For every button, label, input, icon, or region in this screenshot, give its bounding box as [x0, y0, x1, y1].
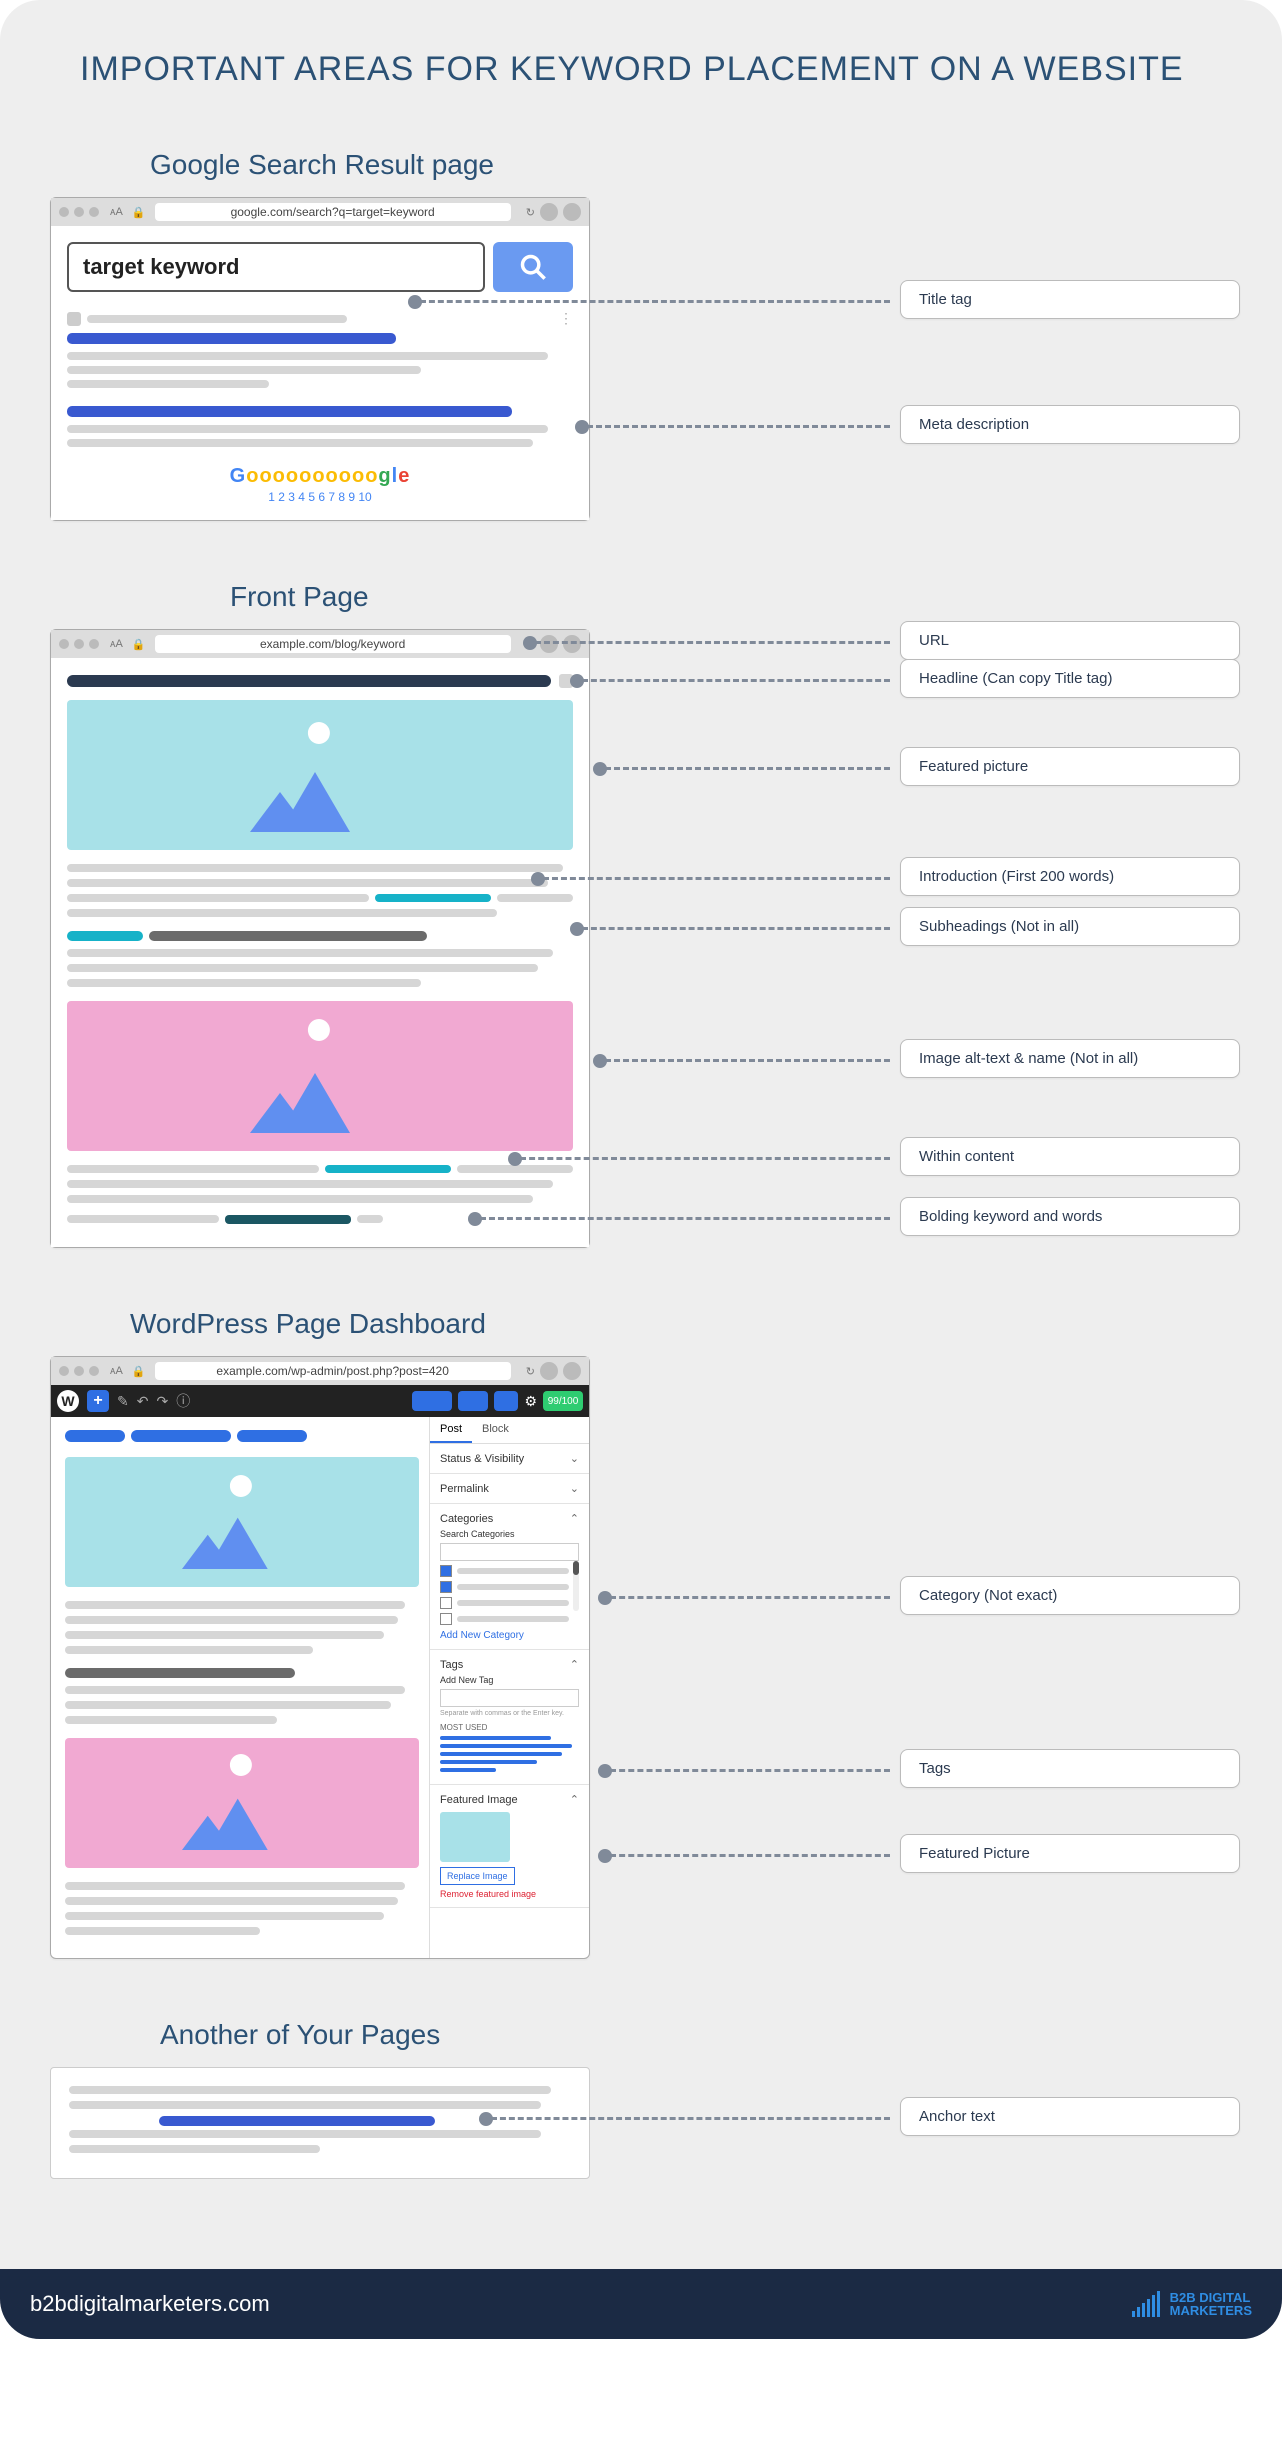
search-input[interactable]: target keyword	[67, 242, 485, 292]
redo-icon[interactable]: ↷	[156, 1393, 168, 1410]
chevron-up-icon[interactable]: ⌃	[570, 1512, 579, 1525]
label-anchor: Anchor text	[900, 2097, 1240, 2136]
seo-score: 99/100	[543, 1391, 583, 1411]
tag-input[interactable]	[440, 1689, 579, 1707]
label-category: Category (Not exact)	[900, 1576, 1240, 1615]
label-tags: Tags	[900, 1749, 1240, 1788]
wp-editor-toolbar: W + ✎ ↶ ↷ ⓘ ⚙ 99/100	[51, 1385, 589, 1417]
label-headline: Headline (Can copy Title tag)	[900, 659, 1240, 698]
label-meta-description: Meta description	[900, 405, 1240, 444]
label-featured-picture2: Featured Picture	[900, 1834, 1240, 1873]
serp-title	[67, 406, 512, 417]
categories-panel: Categories⌃ Search Categories Add New Ca…	[430, 1504, 589, 1650]
update-button[interactable]	[412, 1391, 452, 1411]
scrollbar[interactable]	[573, 1561, 579, 1611]
label-title-tag: Title tag	[900, 280, 1240, 319]
chevron-up-icon[interactable]: ⌃	[570, 1793, 579, 1806]
bold-keyword	[225, 1215, 352, 1224]
tab-post[interactable]: Post	[430, 1417, 472, 1443]
category-checkbox[interactable]	[440, 1581, 452, 1593]
url-bar: example.com/blog/keyword	[155, 635, 511, 653]
settings-button[interactable]	[494, 1391, 518, 1411]
section-title-wp: WordPress Page Dashboard	[130, 1308, 1232, 1340]
section-title-serp: Google Search Result page	[150, 149, 1232, 181]
text-size-icon: ᴀA	[110, 206, 123, 218]
serp-description	[67, 425, 548, 433]
featured-image-panel: Featured Image⌃ Replace Image Remove fea…	[430, 1785, 589, 1908]
category-checkbox[interactable]	[440, 1565, 452, 1577]
section-title-another: Another of Your Pages	[160, 2019, 1232, 2051]
label-url: URL	[900, 621, 1240, 660]
add-block-button[interactable]: +	[87, 1390, 109, 1412]
wp-content-image	[65, 1738, 419, 1868]
label-subheadings: Subheadings (Not in all)	[900, 907, 1240, 946]
serp-browser: ᴀA 🔒 google.com/search?q=target=keyword …	[50, 197, 590, 521]
chevron-down-icon[interactable]: ⌄	[570, 1452, 579, 1465]
wordpress-icon[interactable]: W	[57, 1390, 79, 1412]
label-alt-text: Image alt-text & name (Not in all)	[900, 1039, 1240, 1078]
label-featured-picture: Featured picture	[900, 747, 1240, 786]
serp-title	[67, 333, 396, 344]
pagination: 1 2 3 4 5 6 7 8 9 10	[67, 490, 573, 504]
section-title-front: Front Page	[230, 581, 1232, 613]
wp-featured-image	[65, 1457, 419, 1587]
featured-thumbnail[interactable]	[440, 1812, 510, 1862]
undo-icon[interactable]: ↶	[137, 1393, 149, 1410]
featured-image	[67, 700, 573, 850]
browser-chrome: ᴀA 🔒 google.com/search?q=target=keyword …	[51, 198, 589, 226]
lock-icon: 🔒	[132, 206, 146, 219]
label-introduction: Introduction (First 200 words)	[900, 857, 1240, 896]
subheading-keyword	[67, 931, 143, 941]
forward-icon	[563, 203, 581, 221]
footer-logo: B2B DIGITAL MARKETERS	[1132, 2291, 1252, 2317]
headline	[67, 675, 551, 687]
url-bar: example.com/wp-admin/post.php?post=420	[155, 1362, 511, 1380]
chevron-down-icon[interactable]: ⌄	[570, 1482, 579, 1495]
intro-keyword	[375, 894, 491, 902]
preview-button[interactable]	[458, 1391, 488, 1411]
back-icon	[540, 203, 558, 221]
category-checkbox[interactable]	[440, 1613, 452, 1625]
footer-site: b2bdigitalmarketers.com	[30, 2291, 270, 2317]
chevron-up-icon[interactable]: ⌃	[570, 1658, 579, 1671]
edit-icon[interactable]: ✎	[117, 1393, 129, 1410]
refresh-icon: ↻	[526, 206, 535, 219]
add-category-link[interactable]: Add New Category	[440, 1630, 579, 1641]
category-search-input[interactable]	[440, 1543, 579, 1561]
lock-icon: 🔒	[132, 1365, 146, 1378]
remove-image-link[interactable]: Remove featured image	[440, 1889, 579, 1899]
google-pagination-logo: Goooooooooogle	[67, 465, 573, 488]
url-bar: google.com/search?q=target=keyword	[155, 203, 511, 221]
search-button[interactable]	[493, 242, 573, 292]
search-icon	[519, 253, 547, 281]
lock-icon: 🔒	[132, 638, 146, 651]
page-title: IMPORTANT AREAS FOR KEYWORD PLACEMENT ON…	[50, 50, 1232, 89]
label-within-content: Within content	[900, 1137, 1240, 1176]
label-bolding: Bolding keyword and words	[900, 1197, 1240, 1236]
anchor-text	[159, 2116, 435, 2126]
wp-browser: ᴀA🔒 example.com/wp-admin/post.php?post=4…	[50, 1356, 590, 1959]
another-page-box	[50, 2067, 590, 2179]
gear-icon[interactable]: ⚙	[524, 1393, 537, 1410]
info-icon[interactable]: ⓘ	[176, 1391, 190, 1411]
category-checkbox[interactable]	[440, 1597, 452, 1609]
menu-dots-icon: ⋮	[559, 310, 573, 327]
content-image	[67, 1001, 573, 1151]
replace-image-button[interactable]: Replace Image	[440, 1867, 515, 1885]
tags-panel: Tags⌃ Add New Tag Separate with commas o…	[430, 1650, 589, 1785]
content-keyword	[325, 1165, 451, 1173]
footer: b2bdigitalmarketers.com B2B DIGITAL MARK…	[0, 2269, 1282, 2339]
wp-sidebar: PostBlock Status & Visibility⌄ Permalink…	[429, 1417, 589, 1958]
tab-block[interactable]: Block	[472, 1417, 519, 1443]
